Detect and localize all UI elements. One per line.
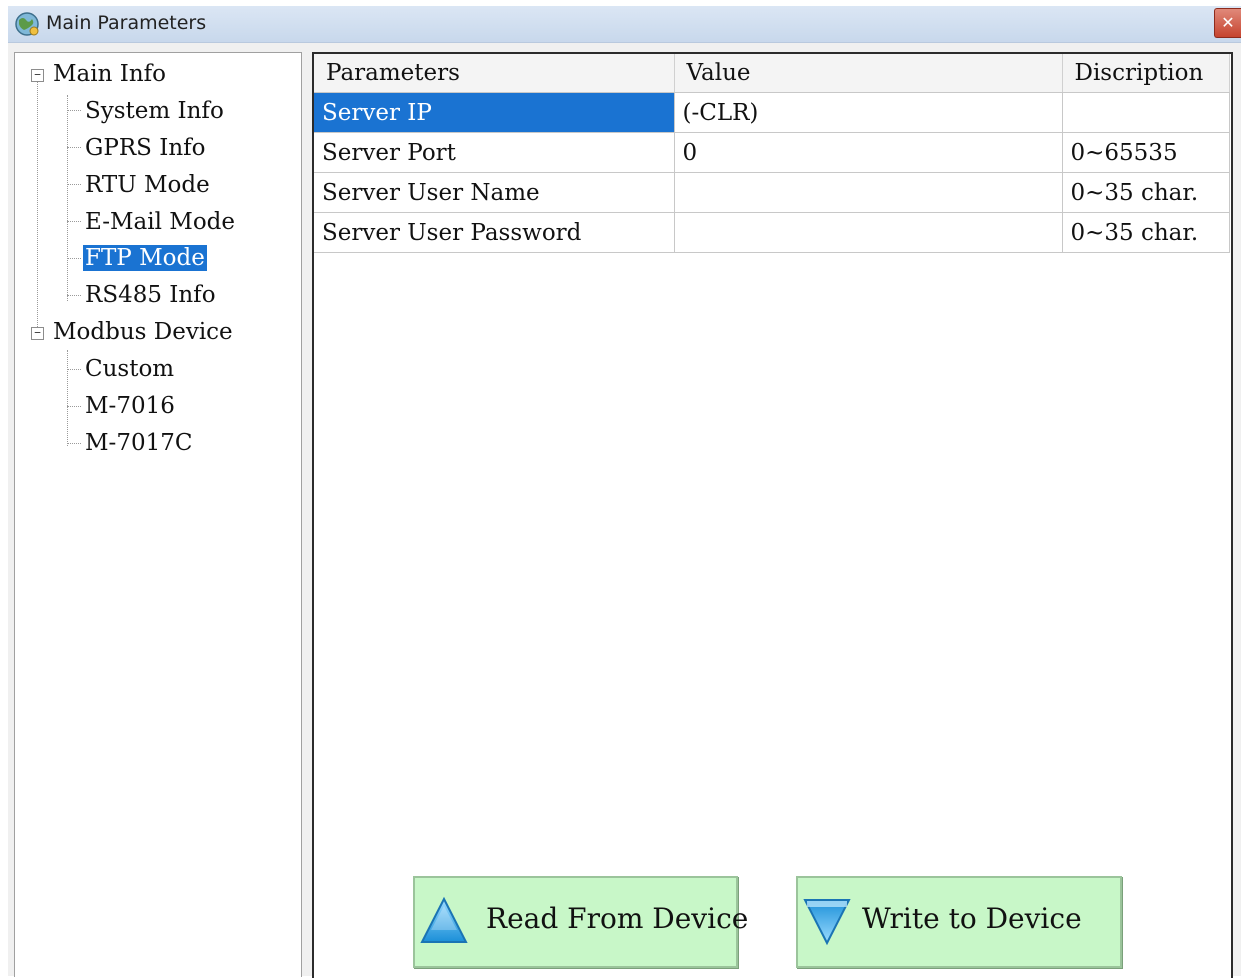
column-header-value[interactable]: Value [674, 54, 1063, 93]
param-description-cell [1062, 92, 1230, 133]
read-from-device-button[interactable]: Read From Device [413, 876, 748, 968]
param-name-cell[interactable]: Server User Name [314, 172, 675, 213]
tree-item-m7017c[interactable]: M-7017C [85, 427, 192, 459]
write-button-label: Write to Device [862, 902, 1082, 935]
param-name-cell[interactable]: Server IP [314, 92, 675, 133]
tree-connector [67, 147, 81, 148]
tree-group-main-info[interactable]: Main Info [53, 58, 166, 90]
tree-connector [67, 258, 81, 259]
column-header-description[interactable]: Discription [1062, 54, 1230, 93]
tree-connector [67, 350, 68, 446]
param-value-cell[interactable] [674, 212, 1063, 253]
grid-header-row: Parameters Value Discription [314, 54, 1230, 93]
title-bar: Main Parameters ✕ [8, 6, 1241, 43]
table-row[interactable]: Server User Password 0~35 char. [314, 212, 1230, 253]
param-name-cell[interactable]: Server User Password [314, 212, 675, 253]
tree-item-rs485-info[interactable]: RS485 Info [85, 279, 216, 311]
up-triangle-icon [420, 896, 468, 943]
tree-connector [67, 95, 68, 301]
window-title: Main Parameters [46, 12, 207, 34]
param-description-cell: 0~35 char. [1062, 212, 1230, 253]
tree-item-email-mode[interactable]: E-Mail Mode [85, 206, 235, 238]
tree-item-custom[interactable]: Custom [85, 353, 174, 385]
param-value-cell[interactable] [674, 172, 1063, 213]
tree-connector [67, 369, 81, 370]
tree-connector [37, 81, 38, 337]
column-header-parameters[interactable]: Parameters [314, 54, 675, 93]
table-row[interactable]: Server User Name 0~35 char. [314, 172, 1230, 213]
table-row[interactable]: Server IP (-CLR) [314, 92, 1230, 133]
tree-item-rtu-mode[interactable]: RTU Mode [85, 169, 210, 201]
read-button-label: Read From Device [486, 902, 749, 935]
tree-panel[interactable]: − Main Info System Info GPRS Info RTU Mo… [14, 52, 302, 977]
parameter-grid-panel: Parameters Value Discription Server IP (… [312, 52, 1233, 978]
tree-connector [67, 110, 81, 111]
tree-item-system-info[interactable]: System Info [85, 95, 224, 127]
param-name-cell[interactable]: Server Port [314, 132, 675, 173]
tree-connector [67, 221, 81, 222]
param-description-cell: 0~65535 [1062, 132, 1230, 173]
collapse-toggle[interactable]: − [31, 69, 44, 82]
tree-connector [67, 406, 81, 407]
tree-group-modbus-device[interactable]: Modbus Device [53, 316, 233, 348]
close-button[interactable]: ✕ [1214, 8, 1241, 38]
tree-connector [67, 295, 81, 296]
tree-connector [67, 443, 81, 444]
param-value-cell[interactable]: (-CLR) [674, 92, 1063, 133]
tree-item-ftp-mode[interactable]: FTP Mode [83, 242, 207, 274]
param-value-cell[interactable]: 0 [674, 132, 1063, 173]
down-triangle-icon [803, 899, 851, 946]
tree-item-gprs-info[interactable]: GPRS Info [85, 132, 206, 164]
parameter-grid: Parameters Value Discription Server IP (… [314, 54, 1230, 253]
tree-connector [67, 184, 81, 185]
write-to-device-button[interactable]: Write to Device [796, 876, 1122, 968]
param-description-cell: 0~35 char. [1062, 172, 1230, 213]
collapse-toggle[interactable]: − [31, 327, 44, 340]
tree-item-m7016[interactable]: M-7016 [85, 390, 175, 422]
network-app-icon [15, 12, 39, 36]
table-row[interactable]: Server Port 0 0~65535 [314, 132, 1230, 173]
